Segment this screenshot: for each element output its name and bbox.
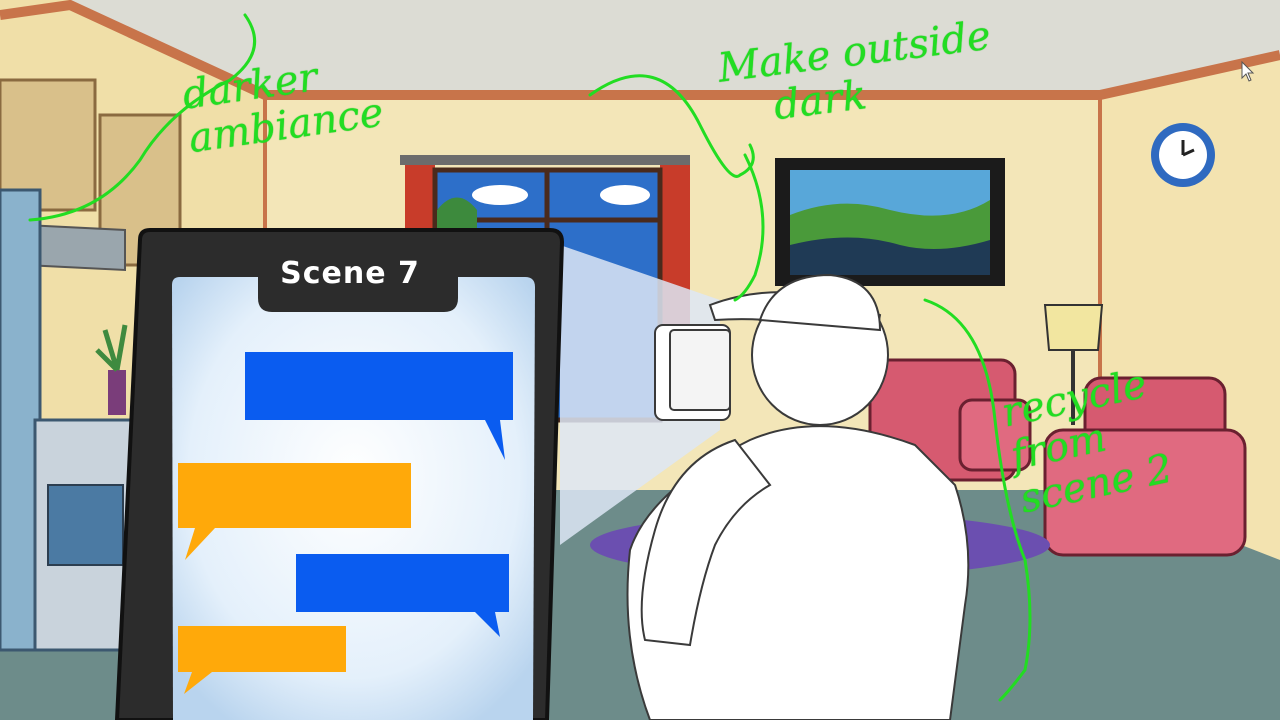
storyboard-frame: Scene 7 darker ambiance Make outside dar… (0, 0, 1280, 720)
mouse-cursor-icon (1241, 60, 1255, 82)
